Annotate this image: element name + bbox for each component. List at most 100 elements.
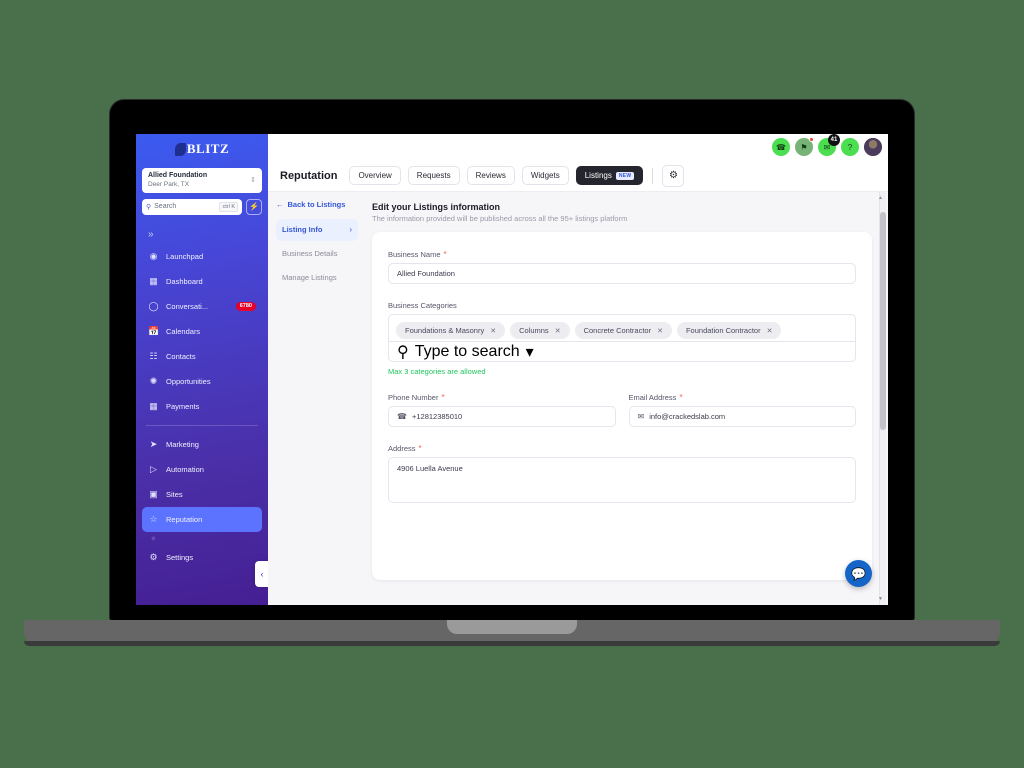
back-to-listings-link[interactable]: ← Back to Listings	[276, 200, 358, 209]
panel-title: Edit your Listings information	[372, 202, 500, 212]
chat-info-icon[interactable]: 💬	[845, 560, 872, 587]
grid-icon: ▦	[149, 275, 158, 286]
sidebar-item-conversations[interactable]: ◯ Conversati... 6780	[142, 294, 262, 319]
sidebar-item-label: Automation	[166, 464, 204, 474]
org-switcher[interactable]: Allied Foundation Deer Park, TX ⇕	[142, 168, 262, 193]
field-label: Email Address *	[629, 393, 683, 402]
org-name: Allied Foundation	[148, 172, 208, 179]
step-manage-listings[interactable]: Manage Listings	[276, 267, 358, 289]
bolt-icon[interactable]: ⚡	[246, 198, 262, 215]
sidebar-item-launchpad[interactable]: ◉ Launchpad	[142, 244, 262, 269]
laptop-mockup: BLITZ Allied Foundation Deer Park, TX ⇕ …	[0, 0, 1024, 768]
step-business-details[interactable]: Business Details	[276, 243, 358, 265]
scroll-down-arrow[interactable]: ▼	[878, 596, 884, 602]
sidebar-item-label: Opportunities	[166, 376, 211, 386]
tab-widgets[interactable]: Widgets	[521, 166, 569, 185]
sidebar-item-opportunities[interactable]: ✺ Opportunities	[142, 369, 262, 394]
phone-icon: ☎	[397, 412, 407, 421]
tab-reviews[interactable]: Reviews	[466, 166, 515, 185]
tab-overview[interactable]: Overview	[349, 166, 401, 185]
step-listing-info[interactable]: Listing Info ›	[276, 219, 358, 242]
content-area: ← Back to Listings Listing Info › Busine…	[268, 192, 888, 605]
topbar-icons: ☎ ⚑ ✉ 41 ?	[772, 134, 882, 156]
business-name-label: Business Name	[388, 250, 441, 259]
chip-label: Foundations & Masonry	[405, 326, 485, 335]
star-icon: ☆	[149, 513, 158, 524]
search-shortcut: ctrl K	[219, 201, 238, 212]
step-label: Manage Listings	[282, 273, 337, 283]
brand: BLITZ	[136, 134, 268, 164]
required-asterisk: *	[441, 392, 445, 402]
category-hint: Max 3 categories are allowed	[388, 367, 486, 376]
field-label: Address *	[388, 444, 422, 453]
sidebar-item-contacts[interactable]: ☷ Contacts	[142, 344, 262, 369]
tab-listings[interactable]: Listings NEW	[575, 166, 644, 185]
chevron-down-icon[interactable]: ▾	[526, 342, 534, 362]
sidebar-item-marketing[interactable]: ➤ Marketing	[142, 432, 262, 457]
megaphone-icon[interactable]: ⚑	[795, 137, 814, 156]
close-icon[interactable]: ✕	[657, 327, 663, 335]
step-label: Business Details	[282, 249, 338, 259]
close-icon[interactable]: ✕	[555, 327, 561, 335]
email-address-input[interactable]: ✉ info@crackedslab.com	[628, 406, 856, 427]
address-input[interactable]: 4906 Luella Avenue	[388, 457, 856, 503]
gear-icon[interactable]: ⚙	[662, 164, 685, 187]
sidebar-item-label: Marketing	[166, 439, 199, 449]
placeholder-icon: ●	[150, 532, 157, 543]
step-label: Listing Info	[282, 225, 323, 234]
sidebar-item-sites[interactable]: ▣ Sites	[142, 482, 262, 507]
email-address-label: Email Address	[628, 393, 677, 402]
notification-icon[interactable]: ✉ 41	[818, 134, 840, 156]
sidebar-item-dashboard[interactable]: ▦ Dashboard	[142, 269, 262, 294]
sidebar-item-calendars[interactable]: 📅 Calendars	[142, 319, 262, 344]
scroll-up-arrow[interactable]: ▲	[878, 195, 884, 201]
play-circle-icon: ▷	[150, 463, 157, 474]
sidebar-item-label: Sites	[166, 489, 183, 499]
listing-step-nav: ← Back to Listings Listing Info › Busine…	[268, 192, 364, 605]
sidebar-item-reputation[interactable]: ☆ Reputation	[142, 506, 262, 532]
field-email-address: Email Address * ✉ info@crackedslab.com	[628, 387, 856, 427]
sidebar-item-settings[interactable]: ⚙ Settings	[142, 545, 262, 570]
category-search-input[interactable]: ⚲ Type to search ▾	[388, 341, 856, 362]
phone-number-label: Phone Number	[388, 393, 439, 402]
sidebar-item-partial[interactable]: ●	[142, 532, 262, 545]
chat-bubble-icon: ◯	[148, 300, 159, 311]
help-icon[interactable]: ?	[841, 138, 859, 156]
category-chip[interactable]: Foundation Contractor ✕	[676, 322, 782, 339]
laptop-notch	[447, 620, 577, 634]
sidebar-item-label: Launchpad	[166, 251, 204, 261]
phone-icon[interactable]: ☎	[772, 138, 790, 156]
tab-listings-label: Listings	[584, 171, 612, 180]
search-icon: ⚲	[397, 343, 409, 361]
phone-number-input[interactable]: ☎ +12812385010	[388, 406, 616, 427]
sidebar-search-row: ⚲ Search ctrl K ⚡	[142, 198, 262, 215]
tab-requests[interactable]: Requests	[407, 166, 460, 185]
chevron-left-icon[interactable]: ‹	[255, 561, 269, 587]
business-name-input[interactable]: Allied Foundation	[388, 263, 856, 284]
scrollbar-thumb[interactable]	[879, 212, 886, 430]
status-badge: NEW	[615, 171, 635, 180]
search-input[interactable]: ⚲ Search ctrl K	[142, 198, 242, 215]
sidebar-item-label: Payments	[166, 401, 200, 411]
org-location: Deer Park, TX	[148, 180, 190, 188]
avatar[interactable]	[864, 138, 882, 156]
divider	[652, 167, 654, 184]
field-label: Phone Number *	[388, 393, 445, 402]
category-chip[interactable]: Columns ✕	[510, 322, 570, 339]
address-label: Address	[388, 444, 416, 453]
field-business-name: Business Name * Allied Foundation	[388, 244, 856, 284]
close-icon[interactable]: ✕	[490, 327, 496, 335]
business-categories-label: Business Categories	[388, 301, 457, 310]
sidebar-item-automation[interactable]: ▷ Automation	[142, 457, 262, 482]
sidebar-item-payments[interactable]: ▦ Payments	[142, 394, 262, 419]
field-business-categories: Business Categories Foundations & Masonr…	[388, 295, 856, 376]
category-chip[interactable]: Concrete Contractor ✕	[574, 322, 672, 339]
email-address-value: info@crackedslab.com	[649, 412, 726, 421]
chip-label: Foundation Contractor	[685, 326, 761, 335]
close-icon[interactable]: ✕	[767, 327, 773, 335]
category-chips-container: Foundations & Masonry ✕ Columns ✕ Concre…	[388, 314, 856, 341]
double-chevron-right-icon[interactable]: »	[148, 229, 268, 240]
category-chip[interactable]: Foundations & Masonry ✕	[396, 322, 506, 339]
arrow-left-icon: ←	[276, 200, 284, 209]
chip-label: Concrete Contractor	[583, 326, 652, 335]
